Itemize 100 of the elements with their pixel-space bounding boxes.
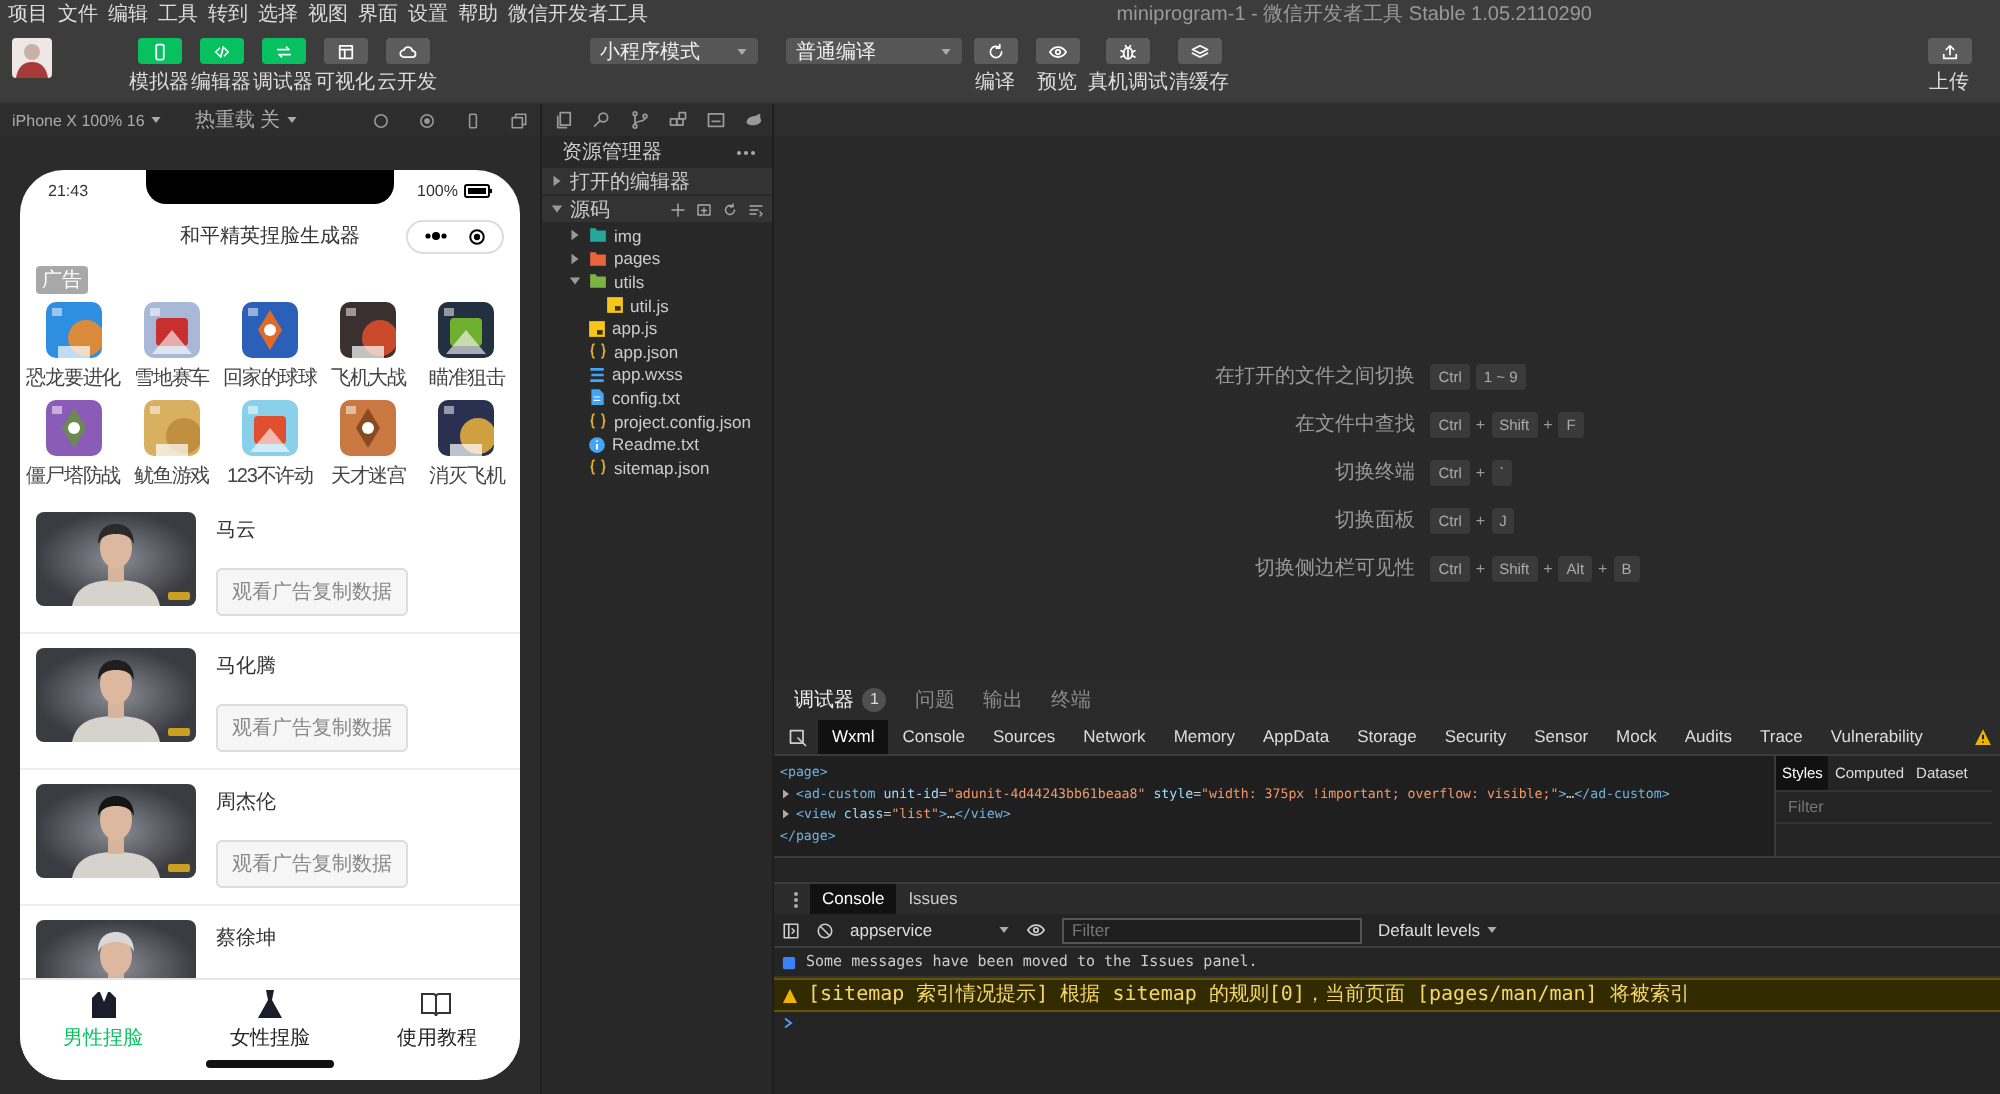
game-name[interactable]: 瞄准狙击 — [429, 364, 505, 392]
caret-icon[interactable] — [550, 202, 564, 216]
block-icon[interactable] — [816, 921, 834, 939]
kebab-icon[interactable] — [790, 889, 802, 909]
toolbar-button[interactable] — [1177, 38, 1221, 64]
hot-reload-select[interactable]: 热重载 关 — [194, 106, 299, 134]
battery-icon — [464, 183, 492, 197]
context-select[interactable]: appservice — [850, 920, 1010, 940]
menu-item[interactable]: 设置 — [408, 0, 448, 28]
tree-item[interactable]: sitemap.json — [542, 455, 772, 480]
caret-icon[interactable] — [568, 251, 582, 266]
menu-item[interactable]: 帮助 — [458, 0, 498, 28]
toolbar-button[interactable] — [1035, 38, 1079, 64]
phone-icon[interactable] — [464, 111, 482, 129]
menu-item[interactable]: 转到 — [208, 0, 248, 28]
game-name[interactable]: 123不许动 — [226, 462, 314, 490]
tree-item[interactable]: Readme.txt — [542, 432, 772, 456]
caret-icon[interactable] — [568, 228, 582, 243]
devtools-tab[interactable]: Memory — [1159, 720, 1250, 754]
game-name[interactable]: 恐龙要进化 — [26, 364, 121, 392]
toggle-button[interactable] — [385, 38, 429, 64]
toggle-button[interactable] — [323, 38, 367, 64]
panel-icon[interactable] — [706, 110, 726, 130]
game-name[interactable]: 鱿鱼游戏 — [133, 462, 210, 490]
tree-item[interactable]: util.js — [542, 293, 772, 317]
prompt-icon[interactable] — [782, 1016, 794, 1030]
devtools-tab[interactable]: Network — [1069, 720, 1160, 754]
search-icon[interactable] — [592, 110, 612, 130]
tab-bar-item[interactable]: 使用教程 — [353, 980, 520, 1060]
capsule-menu[interactable] — [406, 219, 504, 253]
more-icon[interactable] — [736, 149, 756, 155]
tree-item[interactable]: img — [542, 224, 772, 248]
devtools-tab[interactable]: Wxml — [818, 720, 889, 754]
devtools-tab[interactable]: Console — [888, 720, 979, 754]
devtools-tab[interactable]: Mock — [1602, 720, 1671, 754]
game-name[interactable]: 消灭飞机 — [429, 462, 505, 490]
grid-icon[interactable] — [668, 110, 688, 130]
drawer-tab[interactable]: Console — [810, 884, 897, 914]
menu-item[interactable]: 编辑 — [108, 0, 148, 28]
panel-tab[interactable]: 终端 — [1050, 686, 1091, 714]
mode-select[interactable]: 小程序模式 — [590, 38, 758, 64]
toggle-button[interactable] — [199, 38, 243, 64]
toggle-button[interactable] — [261, 38, 305, 64]
toolbar-button[interactable] — [1927, 38, 1971, 64]
windows-icon[interactable] — [510, 111, 528, 129]
devtools-tab[interactable]: Vulnerability — [1816, 720, 1937, 754]
game-name[interactable]: 僵尸塔防战 — [26, 462, 121, 490]
menu-item[interactable]: 项目 — [8, 0, 48, 28]
menu-item[interactable]: 微信开发者工具 — [508, 0, 648, 28]
tree-item[interactable]: config.txt — [542, 386, 772, 410]
caret-icon[interactable] — [568, 274, 582, 289]
game-name[interactable]: 雪地赛车 — [133, 364, 210, 392]
devtools-tab[interactable]: Storage — [1343, 720, 1431, 754]
menu-item[interactable]: 界面 — [358, 0, 398, 28]
panel-tab[interactable]: 调试器 1 — [794, 686, 887, 714]
game-name[interactable]: 回家的球球 — [222, 364, 317, 392]
refresh-icon[interactable] — [372, 111, 390, 129]
devtools-tab[interactable]: Sources — [978, 720, 1070, 754]
menu-item[interactable]: 选择 — [258, 0, 298, 28]
compile-select[interactable]: 普通编译 — [786, 38, 962, 64]
filter-field[interactable]: Filter — [1062, 917, 1362, 943]
menu-item[interactable]: 工具 — [158, 0, 198, 28]
tree-item[interactable]: utils — [542, 270, 772, 294]
section-header[interactable]: 源码 — [570, 195, 610, 223]
caret-icon[interactable] — [550, 174, 564, 188]
tree-item[interactable]: app.json — [542, 339, 772, 364]
tree-item[interactable]: app.js — [542, 316, 772, 340]
new-folder-icon[interactable] — [696, 201, 712, 217]
panel-tab[interactable]: 问题 — [914, 686, 955, 714]
inspect-icon[interactable] — [788, 727, 808, 747]
tree-item[interactable]: pages — [542, 247, 772, 271]
branch-icon[interactable] — [630, 110, 650, 130]
eye-icon[interactable] — [1026, 920, 1046, 940]
toolbar-button[interactable] — [1106, 38, 1150, 64]
devtools-tab[interactable]: Security — [1430, 720, 1521, 754]
tab-bar-item[interactable]: 女性捏脸 — [186, 980, 354, 1060]
devtools-tab[interactable]: Trace — [1745, 720, 1817, 754]
device-select[interactable]: iPhone X 100% 16 — [12, 111, 163, 129]
filter-field[interactable]: Filter — [1776, 790, 1992, 824]
panel-tab[interactable]: 输出 — [982, 686, 1023, 714]
game-name[interactable]: 飞机大战 — [330, 364, 406, 392]
menu-item[interactable]: 视图 — [308, 0, 348, 28]
levels-select[interactable]: Default levels — [1378, 920, 1499, 940]
sidebar-icon[interactable] — [782, 921, 800, 939]
toolbar-button[interactable] — [973, 38, 1017, 64]
devtools-tab[interactable]: AppData — [1249, 720, 1344, 754]
devtools-tab[interactable]: Sensor — [1520, 720, 1603, 754]
tree-item[interactable]: app.wxss — [542, 363, 772, 387]
new-file-icon[interactable] — [670, 201, 686, 217]
game-name[interactable]: 天才迷宫 — [330, 462, 406, 490]
files-icon[interactable] — [554, 110, 574, 130]
menu-item[interactable]: 文件 — [58, 0, 98, 28]
collapse-icon[interactable] — [748, 201, 764, 217]
drawer-tab[interactable]: Issues — [896, 884, 970, 914]
devtools-tab[interactable]: Audits — [1670, 720, 1746, 754]
toggle-button[interactable] — [137, 38, 181, 64]
record-icon[interactable] — [418, 111, 436, 129]
tree-item[interactable]: project.config.json — [542, 409, 772, 433]
refresh-icon[interactable] — [722, 201, 738, 217]
warning-icon[interactable] — [1974, 728, 1992, 746]
